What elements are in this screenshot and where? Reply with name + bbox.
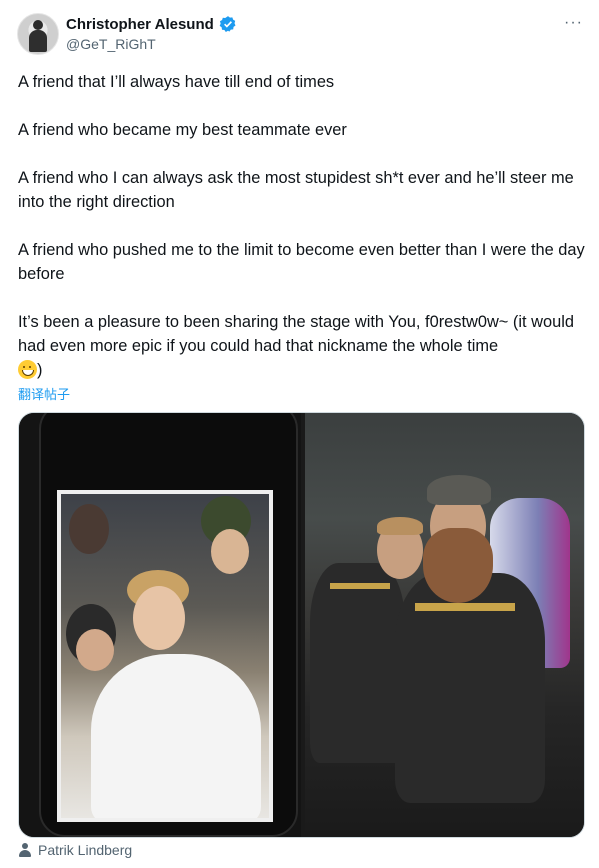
bg-person xyxy=(211,529,249,574)
right-photo xyxy=(305,413,584,837)
avatar-head xyxy=(33,20,43,30)
tweet-paragraph: A friend that I’ll always have till end … xyxy=(18,73,335,91)
sweat-smile-emoji-icon xyxy=(18,360,37,379)
printed-photo-scene xyxy=(61,494,269,818)
tagged-person-name[interactable]: Patrik Lindberg xyxy=(38,842,132,858)
tweet-paragraph-last: It’s been a pleasure to been sharing the… xyxy=(18,310,586,382)
main-person-face xyxy=(133,586,185,650)
tweet-text: A friend that I’ll always have till end … xyxy=(18,70,586,382)
closing-paren: ) xyxy=(37,361,43,379)
author-name[interactable]: Christopher Alesund xyxy=(66,16,214,33)
bg-person xyxy=(76,629,114,671)
printed-photo xyxy=(57,490,273,822)
shirt-stripe xyxy=(330,583,390,589)
person-icon xyxy=(18,843,32,857)
author-row: Christopher Alesund xyxy=(66,15,237,33)
shirt-stripe xyxy=(415,603,515,611)
tweet-paragraph: A friend who I can always ask the most s… xyxy=(18,169,574,211)
bg-person xyxy=(69,504,109,554)
tagged-person[interactable]: Patrik Lindberg xyxy=(18,842,132,858)
left-person-hair xyxy=(377,517,423,535)
right-person-cap xyxy=(427,475,491,505)
right-person-beard xyxy=(423,528,493,603)
more-icon[interactable]: ··· xyxy=(564,14,583,32)
verified-badge-icon xyxy=(219,16,236,32)
avatar[interactable] xyxy=(17,13,59,55)
tweet-paragraph-text: It’s been a pleasure to been sharing the… xyxy=(18,313,574,355)
tweet-paragraph: A friend who became my best teammate eve… xyxy=(18,121,347,139)
left-person-shirt xyxy=(310,563,405,763)
avatar-body xyxy=(29,30,47,52)
tweet-paragraph: A friend who pushed me to the limit to b… xyxy=(18,241,585,283)
main-person-shirt xyxy=(91,654,261,818)
tweet-media-image[interactable] xyxy=(18,412,585,838)
translate-link[interactable]: 翻译帖子 xyxy=(18,384,70,403)
author-handle[interactable]: @GeT_RiGhT xyxy=(66,36,156,52)
phone-photo xyxy=(19,413,301,837)
